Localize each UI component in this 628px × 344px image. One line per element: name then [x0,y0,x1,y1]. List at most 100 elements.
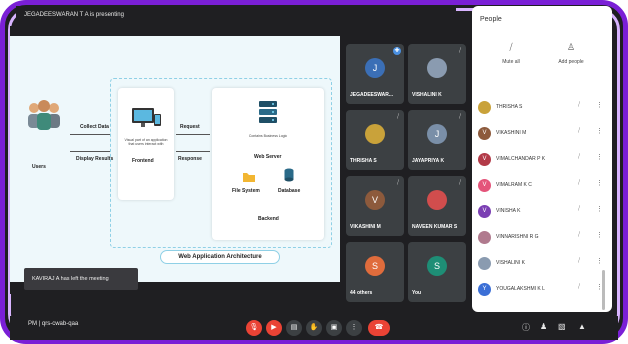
mic-off-icon[interactable]: ⧸ [578,180,580,187]
participant-row[interactable]: Y YOUGALAKSHMI K L ⧸ ⋮ [478,280,608,300]
raise-hand-button[interactable]: ✋ [306,320,322,336]
mute-all-button[interactable]: ⧸ Mute all [486,42,536,65]
activities-icon[interactable]: ▲ [578,322,586,331]
server-icon [258,100,278,129]
mic-off-icon[interactable]: ⧸ [578,102,580,109]
avatar [478,257,491,270]
participant-tile[interactable]: ⧸ VISHALINI K [408,44,466,104]
info-icon[interactable]: ⓘ [522,322,530,333]
participant-tile[interactable]: ⧸ NAVEEN KUMAR S [408,176,466,236]
frontend-label: Frontend [132,158,154,164]
participant-name: YOUGALAKSHMI K L [496,286,545,292]
backend-description: Contains Business Logic [248,134,288,138]
participant-tile[interactable]: J ⧸ JAYAPRIYA K [408,110,466,170]
users-icon [24,96,64,132]
users-label: Users [32,164,46,170]
presenting-banner: JEGADEESWARAN T A is presenting [16,6,456,24]
participant-row[interactable]: VISHALINI K ⧸ ⋮ [478,254,608,274]
people-icon[interactable]: ♟ [540,322,547,331]
mic-off-icon[interactable]: ⧸ [578,206,580,213]
more-options-icon[interactable]: ⋮ [596,179,603,187]
more-options-icon[interactable]: ⋮ [596,153,603,161]
avatar [478,231,491,244]
mic-off-icon[interactable]: ⧸ [578,258,580,265]
avatar [427,58,447,78]
avatar: S [427,256,447,276]
folder-icon [242,170,256,188]
participant-name: VISHALINI K [496,260,525,266]
participant-name: VIKASHINI M [496,130,527,136]
participant-name: THRISHA S [496,104,523,110]
participant-name: VINNARISHNI R G [496,234,539,240]
camera-button[interactable]: ▶ [266,320,282,336]
participant-tile[interactable]: V ⧸ VIKASHINI M [346,176,404,236]
frontend-card: Visual part of an application that users… [118,88,174,200]
mic-off-icon[interactable]: ⧸ [578,284,580,291]
end-call-button[interactable]: ☎ [368,320,390,336]
response-label: Response [178,156,202,162]
avatar [365,124,385,144]
mic-off-icon[interactable]: ⧸ [578,154,580,161]
chat-icon[interactable]: ▧ [558,322,566,331]
avatar: V [365,190,385,210]
avatar: J [365,58,385,78]
mic-off-icon: ⧸ [396,114,399,120]
slide-title: Web Application Architecture [160,250,280,264]
mic-button[interactable]: 🎙 [246,320,262,336]
more-options-icon[interactable]: ⋮ [596,127,603,135]
more-options-icon[interactable]: ⋮ [596,231,603,239]
participant-name: THRISHA S [350,158,377,164]
backend-label: Backend [258,216,279,222]
more-options-icon[interactable]: ⋮ [596,257,603,265]
more-options-icon[interactable]: ⋮ [596,101,603,109]
display-results-arrow [70,151,110,152]
mic-off-icon[interactable]: ⧸ [578,128,580,135]
participant-tile[interactable]: ⧸ THRISHA S [346,110,404,170]
participant-tile[interactable]: J ✚ JEGADEESWAR... [346,44,404,104]
participant-row[interactable]: V VINISHA K ⧸ ⋮ [478,202,608,222]
participant-row[interactable]: V VIMALRAM K C ⧸ ⋮ [478,176,608,196]
backend-card: Contains Business Logic Web Server File … [212,88,324,240]
mic-off-icon: ⧸ [396,180,399,186]
mute-all-label: Mute all [502,59,520,65]
avatar: V [478,127,491,140]
more-options-icon[interactable]: ⋮ [596,205,603,213]
participant-row[interactable]: V VIKASHINI M ⧸ ⋮ [478,124,608,144]
mic-off-icon[interactable]: ⧸ [578,232,580,239]
avatar [478,101,491,114]
participant-row[interactable]: V VIMALCHANDAR P K ⧸ ⋮ [478,150,608,170]
response-arrow [176,151,210,152]
avatar [427,190,447,210]
mic-off-icon: ⧸ [509,42,513,52]
others-tile[interactable]: S 44 others [346,242,404,302]
captions-button[interactable]: ▤ [286,320,302,336]
file-system-label: File System [232,188,260,194]
participant-name: VIMALCHANDAR P K [496,156,546,162]
avatar: V [478,179,491,192]
participant-name: JEGADEESWAR... [350,92,394,98]
frontend-description: Visual part of an application that users… [124,138,168,146]
avatar: V [478,153,491,166]
pin-icon[interactable]: ✚ [393,47,401,55]
monitor-icon [130,106,162,137]
more-options-button[interactable]: ⋮ [346,320,362,336]
participant-row[interactable]: VINNARISHNI R G ⧸ ⋮ [478,228,608,248]
participant-row[interactable]: THRISHA S ⧸ ⋮ [478,98,608,118]
mic-off-icon: ⧸ [458,48,461,54]
participant-name: VIMALRAM K C [496,182,532,188]
add-people-button[interactable]: ♙ Add people [546,42,596,65]
request-label: Request [180,124,200,130]
self-tile[interactable]: S You [408,242,466,302]
participant-name: VISHALINI K [412,92,442,98]
meeting-info: PM | qrs-cwab-qaa [28,321,79,327]
display-results-label: Display Results [76,156,114,162]
participant-name: VIKASHINI M [350,224,381,230]
mic-off-icon: ⧸ [458,114,461,120]
collect-data-arrow [70,134,110,135]
people-scrollbar[interactable] [602,270,605,310]
avatar: Y [478,283,491,296]
self-name: You [412,290,422,296]
avatar: J [427,124,447,144]
present-button[interactable]: ▣ [326,320,342,336]
avatar: S [365,256,385,276]
